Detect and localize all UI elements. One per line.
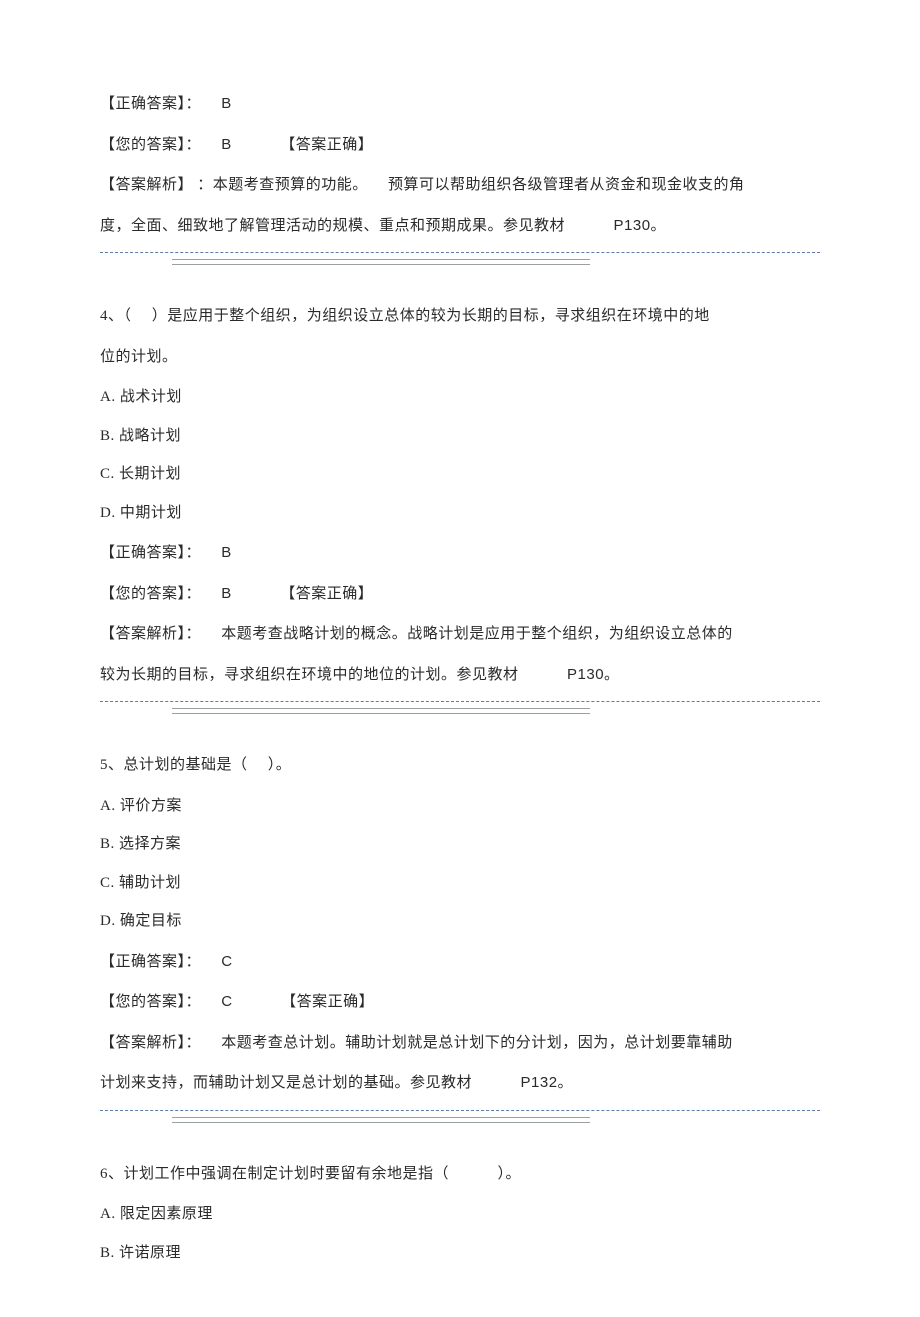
- value: B: [221, 95, 232, 112]
- section-separator: [100, 701, 820, 713]
- value: B: [221, 136, 232, 153]
- label: 【答案解析】：: [100, 1035, 201, 1051]
- text: 度，全面、细致地了解管理活动的规模、重点和预期成果。参见教材: [100, 218, 565, 234]
- value: C: [221, 953, 232, 970]
- label: 【您的答案】：: [100, 994, 201, 1010]
- q6-option-a: A. 限定因素原理: [100, 1200, 820, 1229]
- page-ref: P130。: [567, 666, 620, 683]
- q4-option-a: A. 战术计划: [100, 383, 820, 412]
- text: ）。: [268, 757, 292, 773]
- text: 本题考查总计划。辅助计划就是总计划下的分计划，因为，总计划要靠辅助: [221, 1035, 733, 1051]
- q4-stem-line1: 4、（ ）是应用于整个组织，为组织设立总体的较为长期的目标，寻求组织在环境中的地: [100, 302, 820, 331]
- q4-analysis-line1: 【答案解析】： 本题考查战略计划的概念。战略计划是应用于整个组织，为组织设立总体…: [100, 620, 820, 649]
- value: C: [221, 993, 232, 1010]
- document-page: 【正确答案】： B 【您的答案】： B 【答案正确】 【答案解析】 ：本题考查预…: [0, 0, 920, 1317]
- q4-analysis-line2: 较为长期的目标，寻求组织在环境中的地位的计划。参见教材 P130。: [100, 661, 820, 690]
- text: 预算可以帮助组织各级管理者从资金和现金收支的角: [388, 177, 745, 193]
- q6-option-b: B. 许诺原理: [100, 1239, 820, 1268]
- q4-option-c: C. 长期计划: [100, 460, 820, 489]
- q3-correct-answer: 【正确答案】： B: [100, 90, 820, 119]
- value: B: [221, 585, 232, 602]
- page-ref: P130。: [614, 217, 667, 234]
- section-separator: [100, 1110, 820, 1122]
- q4-option-b: B. 战略计划: [100, 422, 820, 451]
- q6-stem: 6、计划工作中强调在制定计划时要留有余地是指（ ）。: [100, 1160, 820, 1189]
- q3-analysis-line2: 度，全面、细致地了解管理活动的规模、重点和预期成果。参见教材 P130。: [100, 212, 820, 241]
- label: 【正确答案】：: [100, 96, 201, 112]
- q3-your-answer: 【您的答案】： B 【答案正确】: [100, 131, 820, 160]
- text: 本题考查战略计划的概念。战略计划是应用于整个组织，为组织设立总体的: [221, 626, 733, 642]
- result: 【答案正确】: [280, 586, 373, 602]
- q5-stem: 5、总计划的基础是（ ）。: [100, 751, 820, 780]
- label: 【您的答案】：: [100, 137, 201, 153]
- number: 4、（: [100, 308, 132, 324]
- text: 位的计划。: [100, 349, 178, 365]
- text: ）。: [498, 1166, 522, 1182]
- q5-your-answer: 【您的答案】： C 【答案正确】: [100, 988, 820, 1017]
- result: 【答案正确】: [280, 137, 373, 153]
- label: 【正确答案】：: [100, 954, 201, 970]
- q3-analysis-line1: 【答案解析】 ：本题考查预算的功能。 预算可以帮助组织各级管理者从资金和现金收支…: [100, 171, 820, 200]
- label: 【您的答案】：: [100, 586, 201, 602]
- label: 【答案解析】：: [100, 626, 201, 642]
- q5-option-b: B. 选择方案: [100, 830, 820, 859]
- q5-option-d: D. 确定目标: [100, 907, 820, 936]
- number: 6、计划工作中强调在制定计划时要留有余地是指（: [100, 1166, 449, 1182]
- text: ）是应用于整个组织，为组织设立总体的较为长期的目标，寻求组织在环境中的地: [152, 308, 710, 324]
- q5-option-c: C. 辅助计划: [100, 869, 820, 898]
- label: 【答案解析】: [100, 177, 193, 193]
- q5-correct-answer: 【正确答案】： C: [100, 948, 820, 977]
- q4-correct-answer: 【正确答案】： B: [100, 539, 820, 568]
- value: B: [221, 544, 232, 561]
- text: 较为长期的目标，寻求组织在环境中的地位的计划。参见教材: [100, 667, 519, 683]
- result: 【答案正确】: [281, 994, 374, 1010]
- q4-option-d: D. 中期计划: [100, 499, 820, 528]
- page-ref: P132。: [521, 1074, 574, 1091]
- q4-your-answer: 【您的答案】： B 【答案正确】: [100, 580, 820, 609]
- q5-analysis-line1: 【答案解析】： 本题考查总计划。辅助计划就是总计划下的分计划，因为，总计划要靠辅…: [100, 1029, 820, 1058]
- q5-analysis-line2: 计划来支持，而辅助计划又是总计划的基础。参见教材 P132。: [100, 1069, 820, 1098]
- section-separator: [100, 252, 820, 264]
- number: 5、总计划的基础是（: [100, 757, 248, 773]
- q4-stem-line2: 位的计划。: [100, 343, 820, 372]
- text: ：本题考查预算的功能。: [197, 177, 368, 193]
- text: 计划来支持，而辅助计划又是总计划的基础。参见教材: [100, 1075, 472, 1091]
- q5-option-a: A. 评价方案: [100, 792, 820, 821]
- label: 【正确答案】：: [100, 545, 201, 561]
